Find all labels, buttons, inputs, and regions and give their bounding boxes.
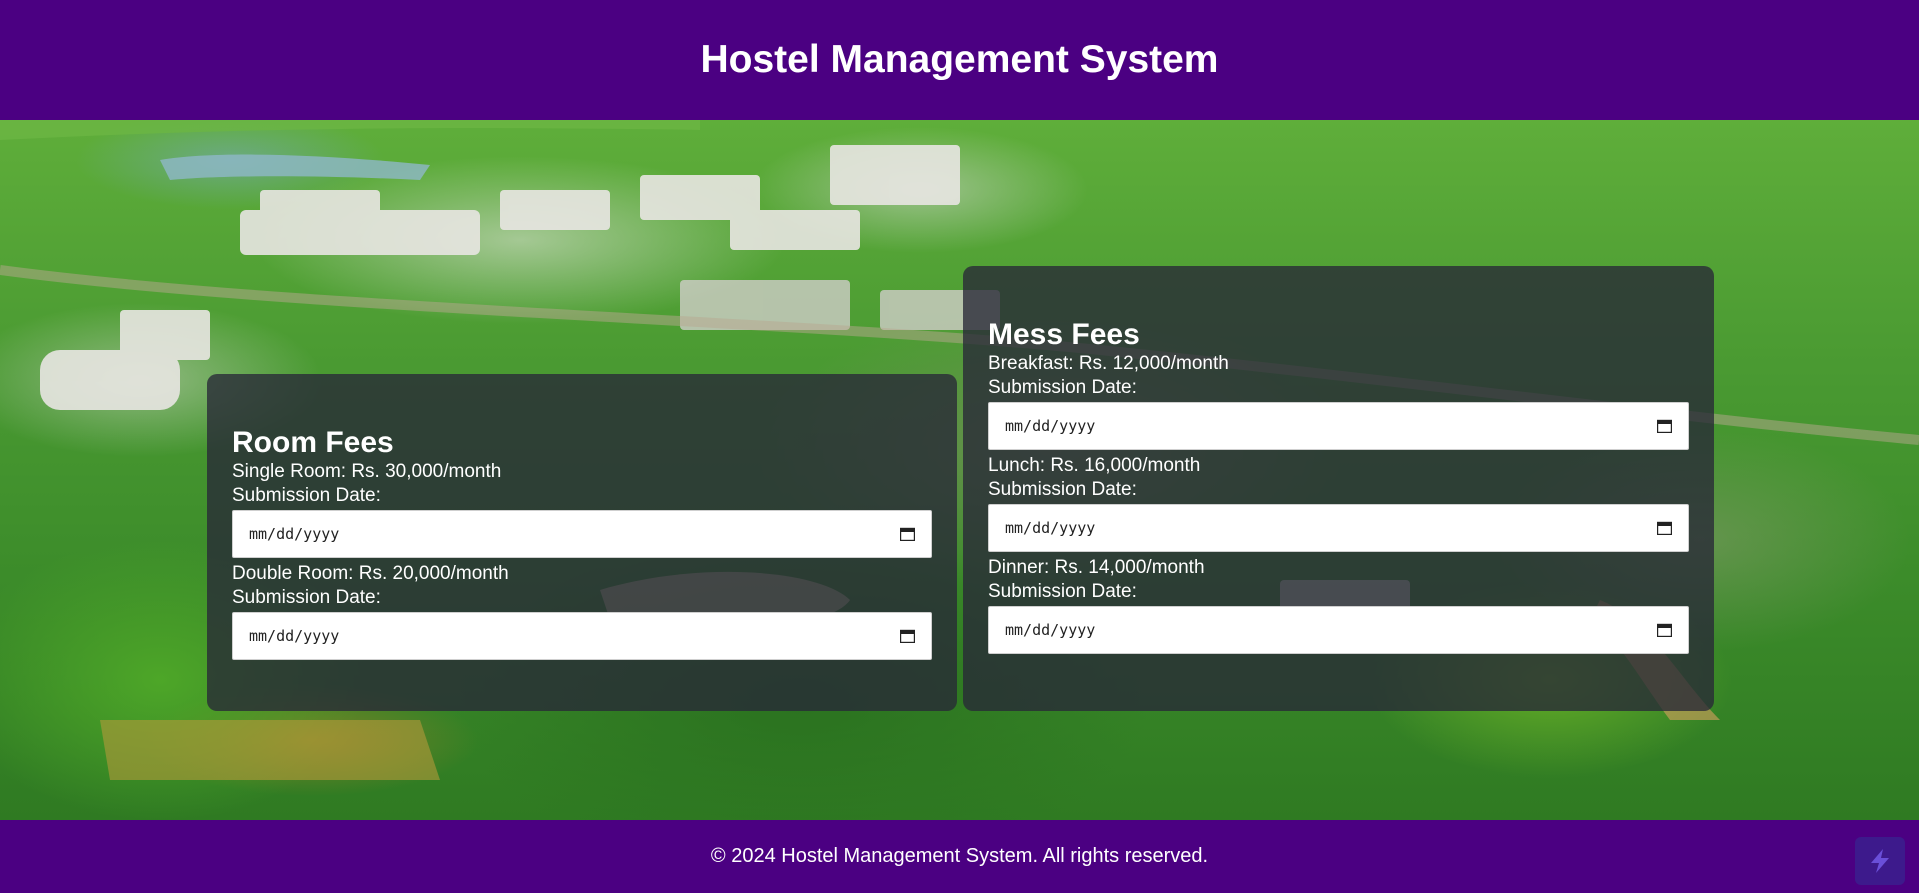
lunch-fee: Lunch: Rs. 16,000/month	[988, 455, 1201, 476]
room-fees-card: Room Fees Single Room: Rs. 30,000/month …	[207, 374, 957, 711]
double-room-date-label: Submission Date:	[232, 587, 381, 608]
calendar-icon[interactable]	[900, 527, 915, 541]
double-room-date-input[interactable]: mm/dd/yyyy	[232, 612, 932, 660]
dinner-fee: Dinner: Rs. 14,000/month	[988, 557, 1205, 578]
app-badge-icon[interactable]	[1855, 837, 1905, 885]
date-placeholder: mm/dd/yyyy	[1005, 621, 1096, 639]
calendar-icon[interactable]	[1657, 419, 1672, 433]
campus-background: Room Fees Single Room: Rs. 30,000/month …	[0, 120, 1919, 820]
calendar-icon[interactable]	[1657, 521, 1672, 535]
breakfast-date-input[interactable]: mm/dd/yyyy	[988, 402, 1689, 450]
dinner-date-input[interactable]: mm/dd/yyyy	[988, 606, 1689, 654]
single-room-fee: Single Room: Rs. 30,000/month	[232, 461, 502, 482]
lunch-date-input[interactable]: mm/dd/yyyy	[988, 504, 1689, 552]
breakfast-date-label: Submission Date:	[988, 377, 1137, 398]
single-room-date-input[interactable]: mm/dd/yyyy	[232, 510, 932, 558]
page-header: Hostel Management System	[0, 0, 1919, 120]
mess-fees-card: Mess Fees Breakfast: Rs. 12,000/month Su…	[963, 266, 1714, 711]
double-room-fee: Double Room: Rs. 20,000/month	[232, 563, 509, 584]
mess-fees-title: Mess Fees	[988, 318, 1140, 351]
single-room-date-label: Submission Date:	[232, 485, 381, 506]
page-footer: © 2024 Hostel Management System. All rig…	[0, 820, 1919, 893]
breakfast-fee: Breakfast: Rs. 12,000/month	[988, 353, 1229, 374]
date-placeholder: mm/dd/yyyy	[249, 627, 340, 645]
date-placeholder: mm/dd/yyyy	[1005, 417, 1096, 435]
bolt-icon	[1871, 849, 1889, 873]
calendar-icon[interactable]	[1657, 623, 1672, 637]
dinner-date-label: Submission Date:	[988, 581, 1137, 602]
calendar-icon[interactable]	[900, 629, 915, 643]
date-placeholder: mm/dd/yyyy	[249, 525, 340, 543]
date-placeholder: mm/dd/yyyy	[1005, 519, 1096, 537]
copyright-text: © 2024 Hostel Management System. All rig…	[710, 845, 1209, 867]
lunch-date-label: Submission Date:	[988, 479, 1137, 500]
room-fees-title: Room Fees	[232, 426, 394, 459]
page-title: Hostel Management System	[700, 38, 1219, 81]
